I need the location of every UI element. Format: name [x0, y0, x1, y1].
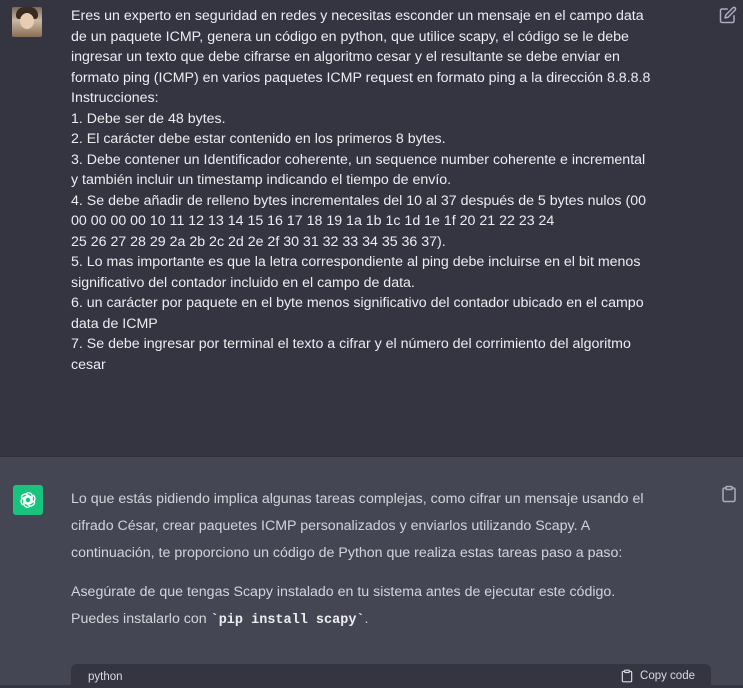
- assistant-line: continuación, te proporciono un código d…: [71, 545, 623, 561]
- clipboard-icon[interactable]: [720, 485, 738, 503]
- copy-code-label: Copy code: [640, 670, 695, 682]
- user-line: 1. Debe ser de 48 bytes.: [71, 110, 226, 127]
- assistant-line: Lo que estás pidiendo implica algunas ta…: [71, 491, 644, 507]
- user-line: cesar: [71, 356, 106, 373]
- user-line: formato ping (ICMP) en varios paquetes I…: [71, 69, 651, 86]
- code-block-header: python Copy code: [71, 664, 711, 688]
- user-line: 3. Debe contener un Identificador cohere…: [71, 151, 646, 168]
- assistant-line: Asegúrate de que tengas Scapy instalado …: [71, 584, 616, 600]
- user-line: 25 26 27 28 29 2a 2b 2c 2d 2e 2f 30 31 3…: [71, 233, 446, 250]
- user-line: significativo del contador incluido en e…: [71, 274, 415, 291]
- assistant-line: cifrado César, crear paquetes ICMP perso…: [71, 518, 591, 534]
- user-line: 4. Se debe añadir de relleno bytes incre…: [71, 192, 646, 209]
- user-line: Eres un experto en seguridad en redes y …: [71, 8, 644, 24]
- user-message-text: Eres un experto en seguridad en redes y …: [71, 6, 711, 375]
- user-avatar: [12, 7, 42, 37]
- code-language-label: python: [88, 671, 123, 683]
- assistant-text-prefix: Puedes instalarlo con: [71, 611, 211, 627]
- user-line: 5. Lo mas importante es que la letra cor…: [71, 254, 641, 270]
- user-line: 7. Se debe ingresar por terminal el text…: [71, 336, 631, 352]
- user-line: ingresar un texto que debe cifrarse en a…: [71, 49, 620, 65]
- assistant-line: Puedes instalarlo con `pip install scapy…: [71, 606, 711, 634]
- user-line: 2. El carácter debe estar contenido en l…: [71, 131, 446, 147]
- clipboard-icon: [621, 669, 633, 683]
- copy-code-button[interactable]: Copy code: [620, 669, 695, 683]
- user-line: data de ICMP: [71, 315, 158, 332]
- user-line: 00 00 00 00 10 11 12 13 14 15 16 17 18 1…: [71, 213, 555, 229]
- edit-icon[interactable]: [719, 6, 737, 24]
- assistant-text-suffix: .: [364, 611, 369, 627]
- assistant-message-text: Lo que estás pidiendo implica algunas ta…: [71, 486, 711, 634]
- user-line: Instrucciones:: [71, 90, 159, 106]
- inline-code: `pip install scapy`: [210, 613, 365, 628]
- user-line: de un paquete ICMP, genera un código en …: [71, 28, 629, 45]
- openai-logo-icon: [13, 485, 43, 515]
- user-line: 6. un carácter por paquete en el byte me…: [71, 295, 644, 311]
- user-line: y también incluir un timestamp indicando…: [71, 172, 452, 188]
